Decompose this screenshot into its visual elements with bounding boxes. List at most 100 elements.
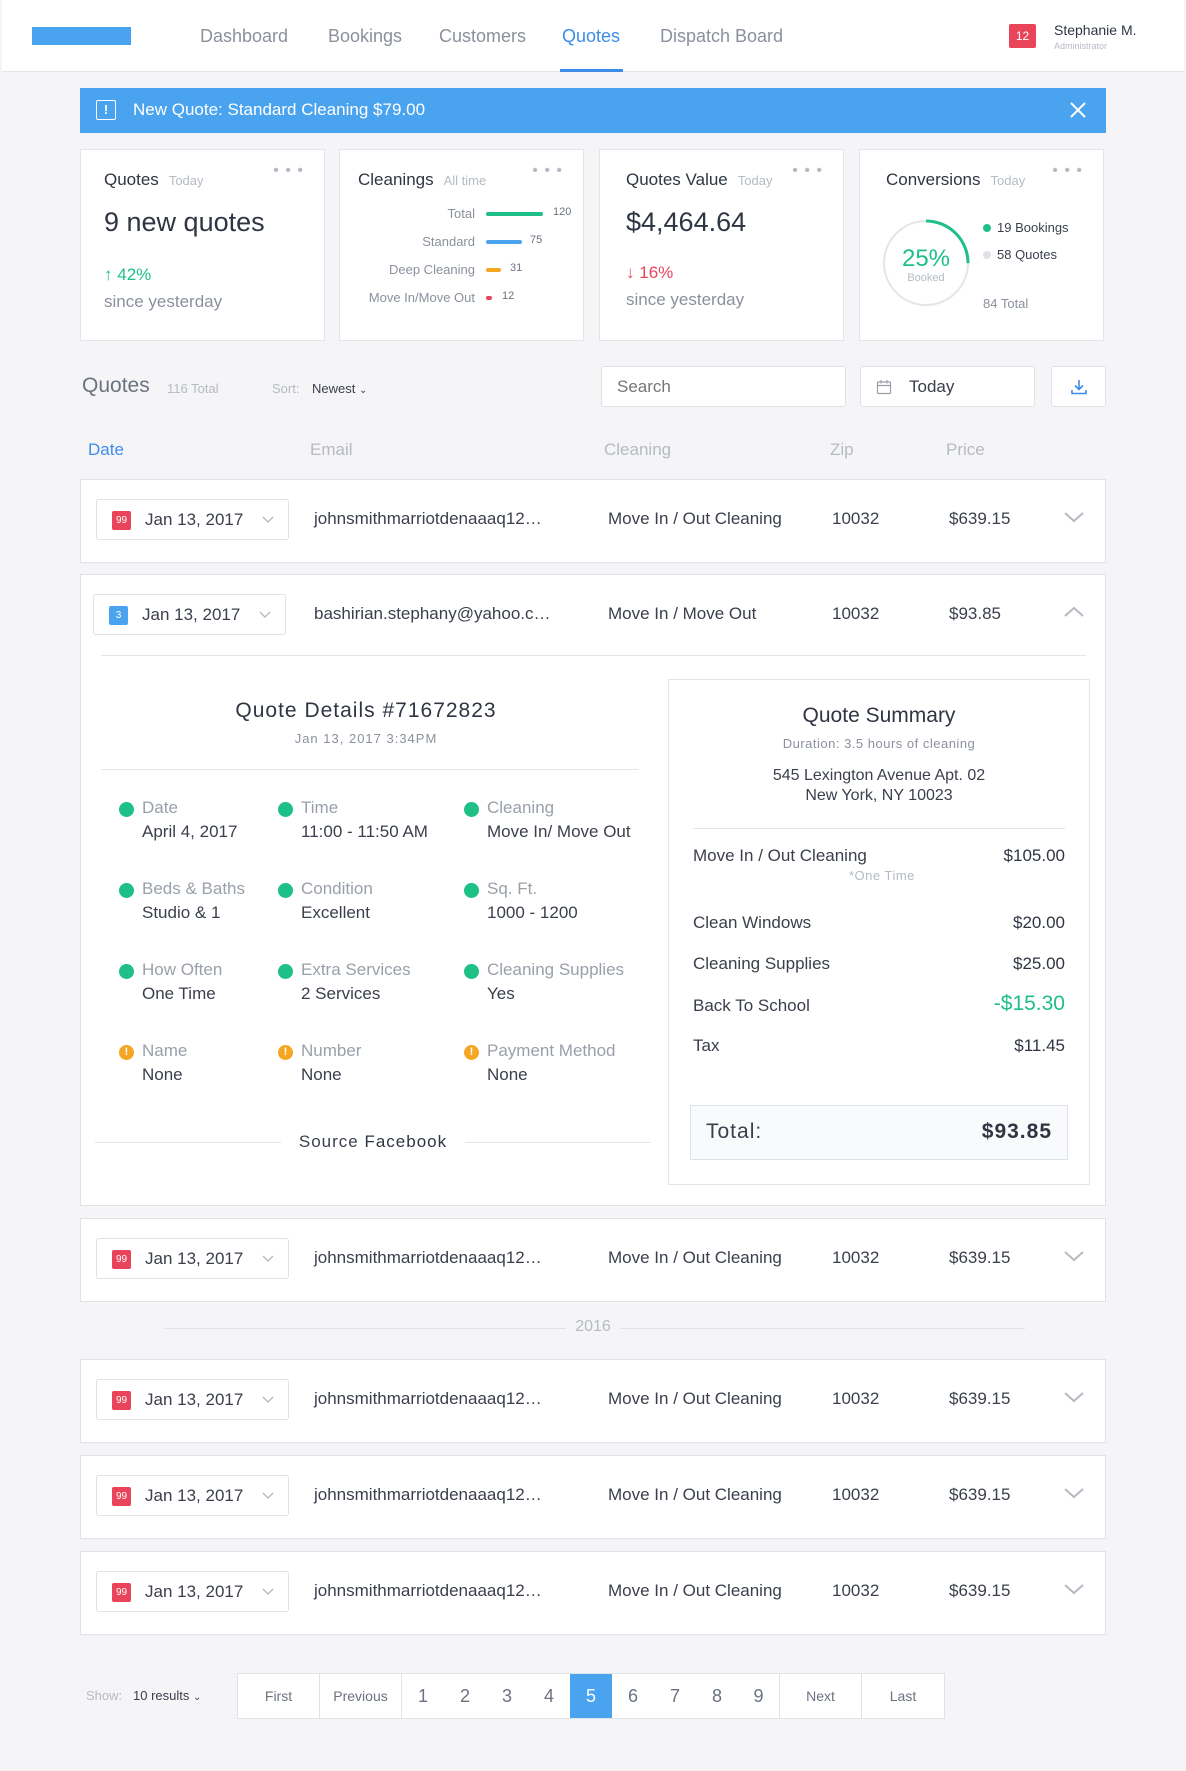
summary-line-amount: $11.45: [1014, 1036, 1065, 1055]
page-button-5[interactable]: 5: [570, 1674, 612, 1718]
detail-label: Name: [142, 1041, 188, 1060]
chevron-down-icon[interactable]: [1063, 1486, 1085, 1500]
nav-dashboard[interactable]: Dashboard: [200, 26, 288, 47]
page-button-7[interactable]: 7: [654, 1674, 696, 1718]
page-last-button[interactable]: Last: [862, 1674, 944, 1718]
page-previous-button[interactable]: Previous: [320, 1674, 402, 1718]
col-header-price[interactable]: Price: [946, 440, 985, 460]
detail-value: Yes: [487, 984, 515, 1003]
date-dropdown[interactable]: 99 Jan 13, 2017: [96, 1571, 289, 1612]
more-options-icon[interactable]: • • •: [792, 162, 823, 180]
cleanings-value: 120: [553, 206, 572, 218]
date-dropdown[interactable]: 99 Jan 13, 2017: [96, 1379, 289, 1420]
chevron-down-icon[interactable]: [1063, 1582, 1085, 1596]
card-title: Cleanings: [358, 170, 434, 189]
conversion-total: 84 Total: [983, 296, 1029, 311]
notification-badge[interactable]: 12: [1009, 24, 1036, 48]
export-button[interactable]: [1051, 366, 1106, 407]
page-button-8[interactable]: 8: [696, 1674, 738, 1718]
date-dropdown[interactable]: 99 Jan 13, 2017: [96, 1475, 289, 1516]
cleanings-bar: [486, 212, 543, 216]
col-header-email[interactable]: Email: [310, 440, 353, 460]
divider: [693, 828, 1065, 829]
row-date: Jan 13, 2017: [145, 1486, 244, 1505]
row-email: johnsmithmarriotdenaaaq12…: [314, 1581, 542, 1600]
row-email: johnsmithmarriotdenaaaq12…: [314, 509, 542, 528]
row-zip: 10032: [832, 1248, 880, 1267]
detail-value: Excellent: [301, 903, 370, 922]
row-cleaning: Move In / Out Cleaning: [608, 1248, 782, 1267]
chevron-down-icon: [259, 611, 271, 618]
nav-quotes[interactable]: Quotes: [562, 26, 620, 47]
close-icon[interactable]: [1068, 100, 1088, 120]
date-dropdown[interactable]: 3 Jan 13, 2017: [93, 594, 286, 635]
nav-bookings[interactable]: Bookings: [328, 26, 402, 47]
source-info: Source Facebook: [281, 1132, 465, 1152]
count-badge: 99: [112, 511, 131, 530]
page-button-6[interactable]: 6: [612, 1674, 654, 1718]
table-row[interactable]: 99 Jan 13, 2017 johnsmithmarriotdenaaaq1…: [80, 1359, 1106, 1443]
cleanings-value: 31: [510, 262, 523, 274]
brand-logo[interactable]: [32, 27, 131, 45]
chevron-up-icon[interactable]: [1063, 605, 1085, 619]
detail-value: None: [301, 1065, 342, 1084]
detail-value: 11:00 - 11:50 AM: [301, 822, 428, 841]
chevron-down-icon[interactable]: [1063, 1390, 1085, 1404]
cleanings-row-deep: Deep Cleaning 31: [340, 260, 585, 280]
warning-icon: !: [119, 1045, 134, 1060]
quote-details-date: Jan 13, 2017 3:34PM: [294, 731, 438, 746]
table-row[interactable]: 99 Jan 13, 2017 johnsmithmarriotdenaaaq1…: [80, 479, 1106, 563]
col-header-zip[interactable]: Zip: [830, 440, 854, 460]
page-button-1[interactable]: 1: [402, 1674, 444, 1718]
list-count: 116 Total: [167, 381, 219, 396]
row-cleaning: Move In / Out Cleaning: [608, 1581, 782, 1600]
table-row[interactable]: 99 Jan 13, 2017 johnsmithmarriotdenaaaq1…: [80, 1551, 1106, 1635]
user-name[interactable]: Stephanie M.: [1054, 22, 1137, 38]
date-dropdown[interactable]: 99 Jan 13, 2017: [96, 1238, 289, 1279]
row-email: johnsmithmarriotdenaaaq12…: [314, 1248, 542, 1267]
page-button-3[interactable]: 3: [486, 1674, 528, 1718]
detail-value: None: [142, 1065, 183, 1084]
more-options-icon[interactable]: • • •: [273, 162, 304, 180]
top-navbar: Dashboard Bookings Customers Quotes Disp…: [2, 0, 1184, 72]
summary-discount-amount: -$15.30: [993, 992, 1065, 1015]
count-badge: 99: [112, 1250, 131, 1269]
check-circle-icon: [119, 964, 134, 979]
results-per-page-dropdown[interactable]: 10 results ⌄: [133, 1688, 201, 1703]
page-button-9[interactable]: 9: [738, 1674, 780, 1718]
search-input[interactable]: [601, 366, 846, 407]
sort-dropdown[interactable]: Newest ⌄: [312, 381, 367, 396]
date-dropdown[interactable]: 99 Jan 13, 2017: [96, 499, 289, 540]
nav-dispatch-board[interactable]: Dispatch Board: [660, 26, 783, 47]
cleanings-label: Total: [447, 206, 475, 221]
detail-label: Payment Method: [487, 1041, 616, 1060]
check-circle-icon: [278, 802, 293, 817]
page-button-2[interactable]: 2: [444, 1674, 486, 1718]
detail-value: Studio & 1: [142, 903, 221, 922]
show-label: Show:: [86, 1688, 123, 1703]
cleanings-bar: [486, 240, 522, 244]
chevron-down-icon[interactable]: [1063, 510, 1085, 524]
more-options-icon[interactable]: • • •: [1052, 162, 1083, 180]
row-zip: 10032: [832, 1485, 880, 1504]
col-header-cleaning[interactable]: Cleaning: [604, 440, 671, 460]
detail-value: One Time: [142, 984, 216, 1003]
page-button-4[interactable]: 4: [528, 1674, 570, 1718]
detail-value: 2 Services: [301, 984, 381, 1003]
table-row[interactable]: 99 Jan 13, 2017 johnsmithmarriotdenaaaq1…: [80, 1455, 1106, 1539]
chevron-down-icon[interactable]: [1063, 1249, 1085, 1263]
more-options-icon[interactable]: • • •: [532, 162, 563, 180]
cleanings-value: 12: [502, 290, 515, 302]
page-next-button[interactable]: Next: [780, 1674, 862, 1718]
page-first-button[interactable]: First: [238, 1674, 320, 1718]
total-box: Total: $93.85: [690, 1105, 1068, 1160]
table-row[interactable]: 99 Jan 13, 2017 johnsmithmarriotdenaaaq1…: [80, 1218, 1106, 1302]
delta-value: 42%: [117, 265, 152, 284]
check-circle-icon: [119, 883, 134, 898]
nav-customers[interactable]: Customers: [439, 26, 526, 47]
card-title: Quotes: [104, 170, 159, 189]
cleanings-row-standard: Standard 75: [340, 232, 585, 252]
row-zip: 10032: [832, 509, 880, 528]
col-header-date[interactable]: Date: [88, 440, 124, 460]
date-filter-button[interactable]: Today: [860, 366, 1035, 407]
